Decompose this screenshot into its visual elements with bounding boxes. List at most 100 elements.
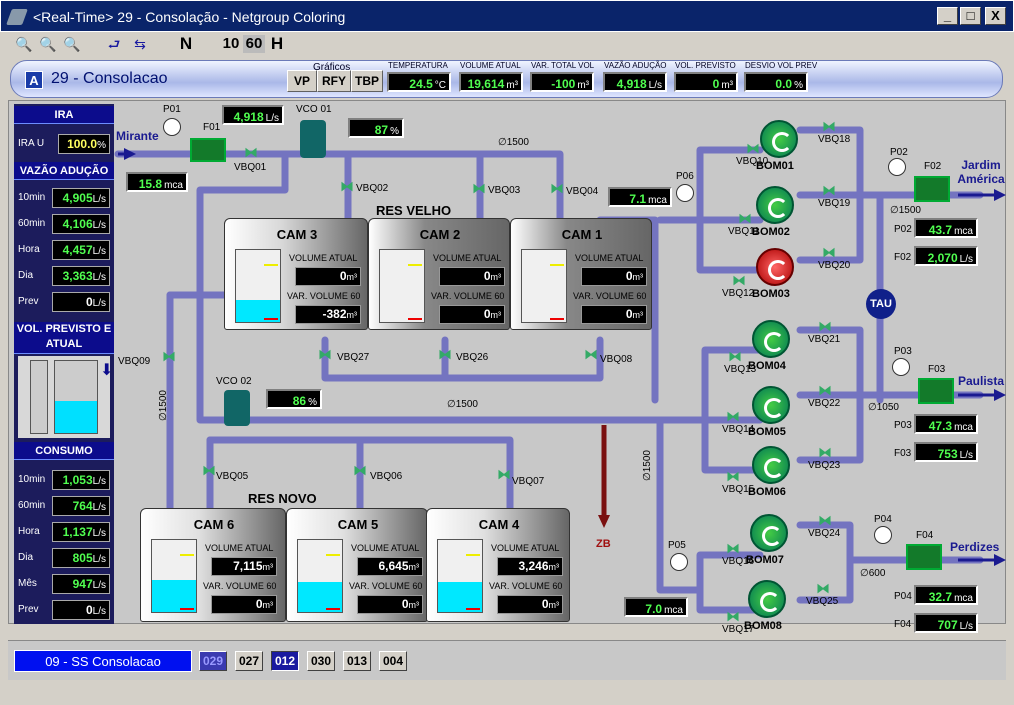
tank-setpoint-high [264, 264, 278, 266]
volume-atual-value: 0m³ [295, 267, 361, 286]
pump-bom08-icon[interactable] [748, 580, 786, 618]
var-volume-label: VAR. VOLUME 60 [489, 581, 563, 591]
valve-vbq15-icon[interactable]: ⧓ [726, 468, 740, 485]
valve-vbq20-icon[interactable]: ⧓ [822, 244, 836, 261]
var-volume-label: VAR. VOLUME 60 [349, 581, 423, 591]
var-volume-value: -382m³ [295, 305, 361, 324]
p04-gauge-icon[interactable] [874, 526, 892, 544]
diameter-1500-label: ∅1500 [498, 137, 529, 148]
var-volume-value: 0m³ [357, 595, 423, 614]
volume-atual-label: VOLUME ATUAL [575, 253, 644, 263]
valve-vbq12-icon[interactable]: ⧓ [732, 272, 746, 289]
tab-029[interactable]: 029 [199, 651, 227, 671]
volume-atual-value: 7,115m³ [211, 557, 277, 576]
tab-012[interactable]: 012 [271, 651, 299, 671]
pump-bom05-icon[interactable] [752, 386, 790, 424]
tank-cam-4[interactable]: CAM 4 VOLUME ATUAL 3,246m³ VAR. VOLUME 6… [426, 508, 570, 622]
vbq09-valve-icon[interactable]: ⧓ [162, 348, 176, 365]
vco01-valve-icon[interactable] [300, 120, 326, 158]
vco01-value: 87% [348, 118, 404, 138]
pump-bom06-icon[interactable] [752, 446, 790, 484]
valve-vbq14-label: VBQ14 [722, 424, 755, 435]
valve-vbq13-icon[interactable]: ⧓ [728, 348, 742, 365]
valve-vbq22-icon[interactable]: ⧓ [818, 382, 832, 399]
valve-vbq10-icon[interactable]: ⧓ [746, 140, 760, 157]
valve-vbq14-icon[interactable]: ⧓ [726, 408, 740, 425]
vbq27-valve-icon[interactable]: ⧓ [318, 346, 332, 363]
f02-value: 2,070 L/s [914, 246, 978, 266]
p05-gauge-icon[interactable] [670, 553, 688, 571]
vbq08-valve-icon[interactable]: ⧓ [584, 346, 598, 363]
tab-030[interactable]: 030 [307, 651, 335, 671]
valve-vbq19-icon[interactable]: ⧓ [822, 182, 836, 199]
valve-vbq24-icon[interactable]: ⧓ [818, 512, 832, 529]
var-volume-value: 0m³ [497, 595, 563, 614]
valve-vbq23-icon[interactable]: ⧓ [818, 444, 832, 461]
var-volume-label: VAR. VOLUME 60 [203, 581, 277, 591]
diameter-1500-mid-label: ∅1500 [447, 399, 478, 410]
pump-bom02-icon[interactable] [756, 186, 794, 224]
valve-vbq22-label: VBQ22 [808, 398, 841, 409]
pump-bom01-icon[interactable] [760, 120, 798, 158]
pump-bom07-icon[interactable] [750, 514, 788, 552]
f01-meter-icon[interactable] [190, 138, 226, 162]
tab-004[interactable]: 004 [379, 651, 407, 671]
f04-value: 707 L/s [914, 613, 978, 633]
tank-cam-3[interactable]: CAM 3 VOLUME ATUAL 0m³ VAR. VOLUME 60 -3… [224, 218, 368, 330]
tank-cam-6[interactable]: CAM 6 VOLUME ATUAL 7,115m³ VAR. VOLUME 6… [140, 508, 286, 622]
p01-gauge-icon[interactable] [163, 118, 181, 136]
valve-vbq11-icon[interactable]: ⧓ [738, 210, 752, 227]
var-volume-label: VAR. VOLUME 60 [431, 291, 505, 301]
tab-013[interactable]: 013 [343, 651, 371, 671]
tau-tank[interactable]: TAU [866, 289, 896, 319]
p03-label: P03 [894, 346, 912, 357]
f03-meter-icon[interactable] [918, 378, 954, 404]
volume-atual-value: 3,246m³ [497, 557, 563, 576]
f01-label: F01 [203, 122, 221, 133]
vco02-valve-icon[interactable] [224, 390, 250, 426]
var-volume-label: VAR. VOLUME 60 [287, 291, 361, 301]
valve-vbq16-icon[interactable]: ⧓ [726, 540, 740, 557]
vbq03-valve-icon[interactable]: ⧓ [472, 180, 486, 197]
f04-meter-icon[interactable] [906, 544, 942, 570]
tank-cam-1[interactable]: CAM 1 VOLUME ATUAL 0m³ VAR. VOLUME 60 0m… [510, 218, 652, 330]
p02-gauge-icon[interactable] [888, 158, 906, 176]
var-volume-value: 0m³ [439, 305, 505, 324]
tank-cam-5[interactable]: CAM 5 VOLUME ATUAL 6,645m³ VAR. VOLUME 6… [286, 508, 428, 622]
tank-setpoint-high [466, 554, 480, 556]
f02-label-2: F02 [894, 252, 912, 263]
tab-027[interactable]: 027 [235, 651, 263, 671]
paulista-label: Paulista [958, 374, 1005, 388]
diameter-1500-vertical-label: ∅1500 [157, 390, 169, 421]
valve-vbq18-icon[interactable]: ⧓ [822, 118, 836, 135]
vbq04-valve-icon[interactable]: ⧓ [550, 180, 564, 197]
vbq26-valve-icon[interactable]: ⧓ [438, 346, 452, 363]
vco02-value: 86% [266, 389, 322, 409]
pump-bom04-icon[interactable] [752, 320, 790, 358]
diameter-600-label: ∅600 [860, 568, 886, 579]
pump-bom03-icon[interactable] [756, 248, 794, 286]
tank-name: CAM 6 [193, 517, 235, 532]
vbq05-valve-icon[interactable]: ⧓ [202, 462, 216, 479]
vbq06-valve-icon[interactable]: ⧓ [353, 462, 367, 479]
volume-atual-label: VOLUME ATUAL [205, 543, 274, 553]
vbq02-valve-icon[interactable]: ⧓ [340, 178, 354, 195]
tank-cam-2[interactable]: CAM 2 VOLUME ATUAL 0m³ VAR. VOLUME 60 0m… [368, 218, 510, 330]
res-novo-label: RES NOVO [248, 491, 317, 506]
tank-level-gauge [235, 249, 281, 323]
valve-vbq21-icon[interactable]: ⧓ [818, 318, 832, 335]
valve-vbq17-icon[interactable]: ⧓ [726, 608, 740, 625]
f02-meter-icon[interactable] [914, 176, 950, 202]
res-velho-label: RES VELHO [376, 203, 452, 218]
p05-label: P05 [668, 540, 686, 551]
valve-vbq25-icon[interactable]: ⧓ [816, 580, 830, 597]
tank-name: CAM 3 [276, 227, 318, 242]
p03-gauge-icon[interactable] [892, 358, 910, 376]
vbq01-valve-icon[interactable]: ⧓ [244, 144, 258, 161]
vbq08-label: VBQ08 [600, 354, 633, 365]
tank-setpoint-high [326, 554, 340, 556]
f04-label-2: F04 [894, 619, 912, 630]
vbq07-valve-icon[interactable]: ⧓ [497, 466, 511, 483]
vbq27-label: VBQ27 [337, 352, 370, 363]
p06-gauge-icon[interactable] [676, 184, 694, 202]
